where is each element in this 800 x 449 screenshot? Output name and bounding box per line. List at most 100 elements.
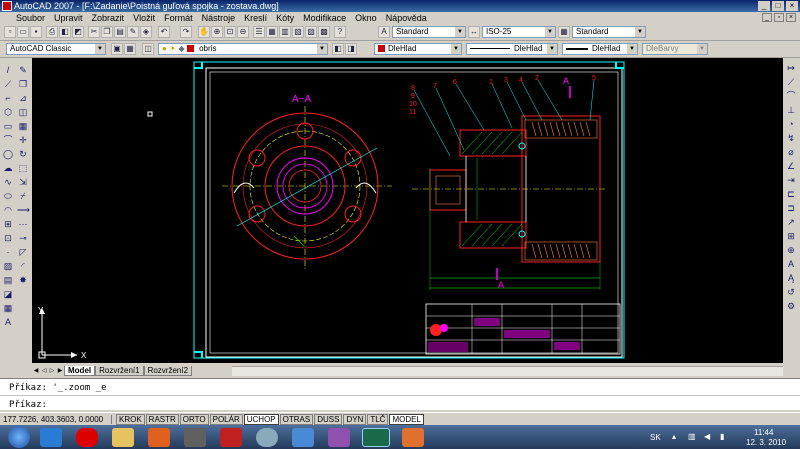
- array-icon[interactable]: ▦: [17, 120, 29, 132]
- layer-previous-icon[interactable]: ◨: [345, 43, 357, 55]
- construction-line-icon[interactable]: ⟋: [2, 78, 14, 90]
- menu-nastroje[interactable]: Nástroje: [202, 13, 236, 23]
- zoom-window-icon[interactable]: ⊡: [224, 26, 236, 38]
- grid-toggle[interactable]: RASTR: [145, 413, 179, 425]
- ellipse-arc-icon[interactable]: ◠: [2, 204, 14, 216]
- dimedit-icon[interactable]: A: [785, 258, 797, 270]
- layer-properties-icon[interactable]: ◫: [142, 43, 154, 55]
- arc-icon[interactable]: ⌒: [2, 134, 14, 146]
- model-space-canvas[interactable]: Y X A−A A A 8 7 9 10 11 6 1 3 4 2 5: [32, 58, 783, 363]
- quick-leader-icon[interactable]: ↗: [785, 216, 797, 228]
- spline-icon[interactable]: ∿: [2, 176, 14, 188]
- battery-icon[interactable]: ▮: [720, 432, 724, 441]
- markup-icon[interactable]: ▨: [305, 26, 317, 38]
- autocad-taskbar-icon[interactable]: [362, 428, 390, 447]
- multiline-text-icon[interactable]: A: [2, 316, 14, 328]
- print-preview-icon[interactable]: ◧: [59, 26, 71, 38]
- language-indicator[interactable]: SK: [650, 433, 661, 442]
- tab-model[interactable]: Model: [64, 366, 96, 376]
- radius-dim-icon[interactable]: ◔: [785, 118, 797, 130]
- app-taskbar-icon[interactable]: [328, 428, 350, 447]
- tab-last-icon[interactable]: ▶: [56, 367, 64, 375]
- dim-style-select[interactable]: ISO-25 ▼: [482, 26, 556, 38]
- baseline-dim-icon[interactable]: ⊏: [785, 188, 797, 200]
- quick-dim-icon[interactable]: ⇥: [785, 174, 797, 186]
- tray-arrow-icon[interactable]: ▴: [672, 432, 676, 441]
- menu-vlozit[interactable]: Vložit: [133, 13, 155, 23]
- menu-upravit[interactable]: Upravit: [54, 13, 83, 23]
- redo-icon[interactable]: ↷: [180, 26, 192, 38]
- jogged-dim-icon[interactable]: ↯: [785, 132, 797, 144]
- app-taskbar-icon[interactable]: [220, 428, 242, 447]
- zoom-previous-icon[interactable]: ⊖: [237, 26, 249, 38]
- copy-icon[interactable]: ❐: [101, 26, 113, 38]
- scale-icon[interactable]: ⬚: [17, 162, 29, 174]
- save-icon[interactable]: ▪: [30, 26, 42, 38]
- help-icon[interactable]: ?: [334, 26, 346, 38]
- tab-prev-icon[interactable]: ◁: [40, 367, 48, 375]
- tool-palettes-icon[interactable]: ▥: [279, 26, 291, 38]
- network-icon[interactable]: ▥: [688, 432, 696, 441]
- paste-icon[interactable]: ▤: [114, 26, 126, 38]
- dimtedit-icon[interactable]: Ą: [785, 272, 797, 284]
- osnap-toggle[interactable]: UCHOP: [243, 413, 279, 425]
- revision-cloud-icon[interactable]: ☁: [2, 162, 14, 174]
- opera-taskbar-icon[interactable]: [76, 428, 98, 447]
- continue-dim-icon[interactable]: ⊐: [785, 202, 797, 214]
- gradient-icon[interactable]: ▤: [2, 274, 14, 286]
- text-style-select[interactable]: Standard ▼: [392, 26, 466, 38]
- command-line[interactable]: Příkaz: '_.zoom _e Příkaz:: [0, 378, 800, 410]
- doc-minimize-button[interactable]: _: [762, 13, 772, 22]
- polyline-icon[interactable]: ⌐: [2, 92, 14, 104]
- zoom-realtime-icon[interactable]: ⊕: [211, 26, 223, 38]
- workspace-save-icon[interactable]: ▦: [124, 43, 136, 55]
- app-taskbar-icon[interactable]: [292, 428, 314, 447]
- sheet-set-icon[interactable]: ▧: [292, 26, 304, 38]
- media-player-taskbar-icon[interactable]: [148, 428, 170, 447]
- start-button-icon[interactable]: [8, 426, 30, 448]
- app-taskbar-icon[interactable]: [256, 428, 278, 447]
- ie-taskbar-icon[interactable]: [40, 428, 62, 447]
- join-icon[interactable]: ⊸: [17, 232, 29, 244]
- menu-soubor[interactable]: Soubor: [16, 13, 45, 23]
- trim-icon[interactable]: ⌿: [17, 190, 29, 202]
- make-block-icon[interactable]: ⊡: [2, 232, 14, 244]
- plotstyle-select[interactable]: DleBarvy ▼: [642, 43, 708, 55]
- model-toggle[interactable]: MODEL: [389, 413, 424, 425]
- lwt-toggle[interactable]: TLČ: [367, 413, 389, 425]
- table-icon[interactable]: ▦: [2, 302, 14, 314]
- app-taskbar-icon[interactable]: [402, 428, 424, 447]
- explode-icon[interactable]: ✸: [17, 274, 29, 286]
- tab-first-icon[interactable]: ◀: [32, 367, 40, 375]
- explorer-taskbar-icon[interactable]: [112, 428, 134, 447]
- clock-time[interactable]: 11:44: [754, 428, 773, 437]
- insert-block-icon[interactable]: ⊞: [2, 218, 14, 230]
- tab-layout2[interactable]: Rozvržení2: [143, 366, 193, 376]
- table-style-icon[interactable]: ▦: [558, 26, 570, 38]
- menu-koty[interactable]: Kóty: [276, 13, 294, 23]
- tab-next-icon[interactable]: ▷: [48, 367, 56, 375]
- ducs-toggle[interactable]: DUSS: [314, 413, 343, 425]
- mirror-icon[interactable]: ⊿: [17, 92, 29, 104]
- linetype-select[interactable]: DleHlad ▼: [466, 43, 558, 55]
- make-layer-current-icon[interactable]: ◧: [332, 43, 344, 55]
- fillet-icon[interactable]: ◜: [17, 260, 29, 272]
- dim-style-manager-icon[interactable]: ⚙: [785, 300, 797, 312]
- dim-update-icon[interactable]: ↺: [785, 286, 797, 298]
- pan-icon[interactable]: ✋: [198, 26, 210, 38]
- command-prompt[interactable]: Příkaz:: [9, 400, 47, 410]
- rectangle-icon[interactable]: ▭: [2, 120, 14, 132]
- text-style-icon[interactable]: A: [378, 26, 390, 38]
- tolerance-icon[interactable]: ⊞: [785, 230, 797, 242]
- linear-dim-icon[interactable]: ↦: [785, 62, 797, 74]
- design-center-icon[interactable]: ▦: [266, 26, 278, 38]
- menu-napoveda[interactable]: Nápověda: [386, 13, 427, 23]
- polar-toggle[interactable]: POLÁR: [209, 413, 243, 425]
- erase-icon[interactable]: ✎: [17, 64, 29, 76]
- stretch-icon[interactable]: ⇲: [17, 176, 29, 188]
- table-style-select[interactable]: Standard ▼: [572, 26, 646, 38]
- center-mark-icon[interactable]: ⊕: [785, 244, 797, 256]
- angular-dim-icon[interactable]: ∠: [785, 160, 797, 172]
- maximize-button[interactable]: □: [772, 1, 784, 11]
- lineweight-select[interactable]: DleHlad ▼: [562, 43, 638, 55]
